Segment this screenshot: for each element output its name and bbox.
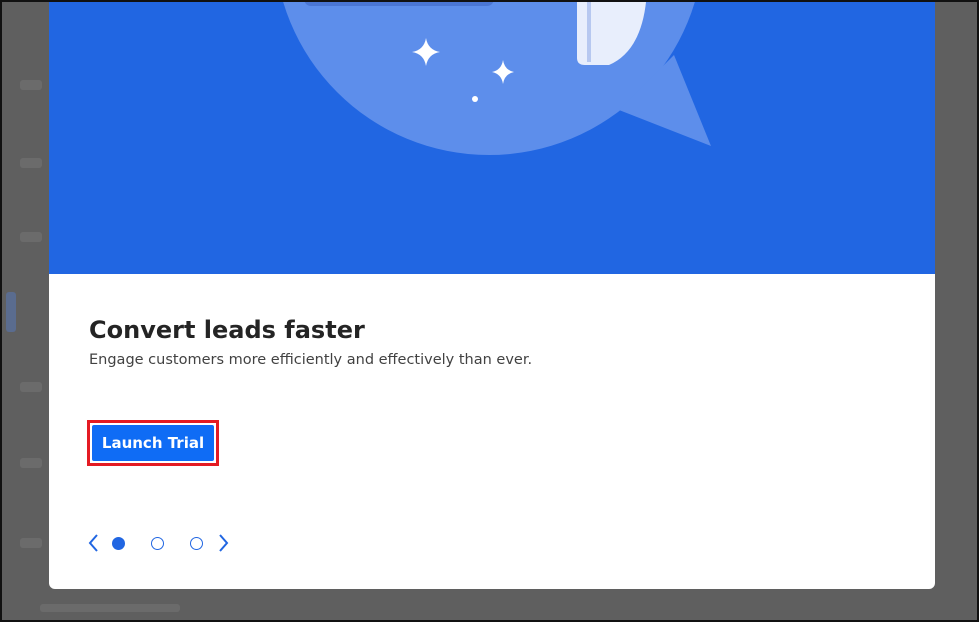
hero-banner xyxy=(49,0,935,274)
carousel-pager xyxy=(87,532,230,554)
slide-title: Convert leads faster xyxy=(89,316,365,344)
carousel-dot-3[interactable] xyxy=(190,536,203,550)
background-item xyxy=(20,232,42,242)
slide-content: Convert leads faster Engage customers mo… xyxy=(89,312,889,370)
onboarding-dialog: Convert leads faster Engage customers mo… xyxy=(49,0,935,589)
background-item xyxy=(20,458,42,468)
background-item xyxy=(20,80,42,90)
cta-highlight: Launch Trial xyxy=(87,420,219,466)
background-item xyxy=(40,604,180,612)
carousel-dot-1[interactable] xyxy=(112,536,125,550)
slide-subtitle: Engage customers more efficiently and ef… xyxy=(89,352,533,368)
chevron-left-icon[interactable] xyxy=(87,533,101,553)
chat-bubble-illustration xyxy=(282,0,711,155)
chevron-right-icon[interactable] xyxy=(216,533,230,553)
launch-trial-button[interactable]: Launch Trial xyxy=(92,425,214,461)
carousel-dot-2[interactable] xyxy=(151,536,164,550)
background-item xyxy=(20,538,42,548)
background-item xyxy=(20,382,42,392)
background-item xyxy=(20,158,42,168)
background-selected-indicator xyxy=(6,292,16,332)
